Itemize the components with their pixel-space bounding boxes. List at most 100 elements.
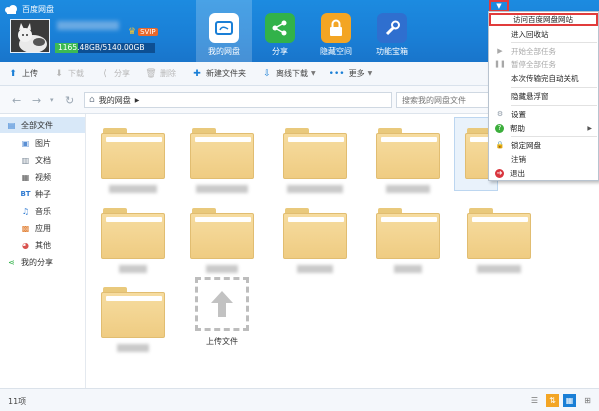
- menu-item-settings[interactable]: ⚙ 设置: [489, 108, 598, 120]
- pause-icon: ❚❚: [494, 60, 506, 68]
- menu-item-start-all[interactable]: ▶ 开始全部任务: [489, 45, 598, 57]
- home-icon: ⌂: [89, 95, 95, 105]
- upload-button[interactable]: ⬆ 上传: [8, 68, 38, 79]
- sidebar-item-label: 音乐: [35, 206, 51, 216]
- breadcrumb[interactable]: ⌂ 我的网盘 ▶: [84, 92, 392, 108]
- lock-icon: [321, 13, 351, 43]
- sidebar-item-my-shares[interactable]: ⋖ 我的分享: [0, 254, 53, 270]
- folder-item[interactable]: [101, 208, 165, 280]
- image-icon: ▣: [21, 138, 30, 148]
- folder-item[interactable]: [101, 287, 165, 359]
- upload-file-tile[interactable]: [195, 277, 249, 331]
- breadcrumb-item[interactable]: 我的网盘: [99, 95, 131, 106]
- sidebar-item-all-files[interactable]: ▤ 全部文件: [0, 117, 85, 133]
- sidebar-item-other[interactable]: ◕ 其他: [0, 237, 51, 253]
- menu-item-exit[interactable]: ➜ 退出: [489, 167, 598, 179]
- app-logo-icon: [5, 4, 17, 14]
- username-redacted: [57, 21, 119, 30]
- forward-arrow-icon[interactable]: →: [32, 94, 41, 107]
- menu-item-label: 进入回收站: [511, 29, 549, 39]
- folder-icon: ▤: [7, 120, 16, 130]
- nav-my-disk[interactable]: 我的网盘: [196, 0, 252, 62]
- sidebar-item-label: 应用: [35, 223, 51, 233]
- upload-arrow-icon: [211, 291, 233, 317]
- chevron-down-icon: ▼: [311, 70, 316, 77]
- folder-name-redacted: [117, 344, 149, 352]
- new-folder-button[interactable]: ✚ 新建文件夹: [192, 68, 246, 79]
- menu-item-label: 注销: [511, 154, 526, 164]
- main-dropdown-menu: 访问百度网盘网站 进入回收站 ▶ 开始全部任务 ❚❚ 暂停全部任务 本次传输完自动关…: [488, 11, 599, 181]
- transfer-icon[interactable]: ⇅: [546, 394, 559, 407]
- sidebar-item-apps[interactable]: ▩ 应用: [0, 220, 51, 236]
- nav-hidden-space[interactable]: 隐藏空间: [308, 0, 364, 62]
- sidebar-item-label: 其他: [35, 240, 51, 250]
- menu-item-pause-all[interactable]: ❚❚ 暂停全部任务: [489, 58, 598, 70]
- wrench-icon: [377, 13, 407, 43]
- history-dropdown-icon[interactable]: ▾: [50, 96, 54, 104]
- folder-item[interactable]: [101, 128, 165, 200]
- folder-item[interactable]: [283, 128, 347, 200]
- folder-name-redacted: [297, 265, 333, 273]
- share-icon: ⟨: [103, 68, 107, 79]
- sidebar-item-videos[interactable]: ▦ 视频: [0, 169, 51, 185]
- thumbnail-view-icon[interactable]: ⊞: [581, 394, 594, 407]
- download-label: 下载: [68, 69, 84, 78]
- folder-item[interactable]: [190, 208, 254, 280]
- folder-item[interactable]: [467, 208, 531, 280]
- share-icon: ⋖: [8, 257, 15, 267]
- folder-name-redacted: [386, 185, 430, 193]
- search-input[interactable]: 搜索我的网盘文件: [396, 92, 496, 108]
- status-bar: 11项 ☰ ⇅ ▦ ⊞: [0, 388, 599, 411]
- back-arrow-icon[interactable]: ←: [12, 94, 21, 107]
- menu-item-auto-shutdown[interactable]: 本次传输完自动关机: [489, 72, 598, 84]
- nav-label: 隐藏空间: [320, 47, 352, 56]
- delete-button[interactable]: 🗑 删除: [145, 68, 176, 79]
- sidebar-item-torrents[interactable]: BT 种子: [0, 186, 51, 202]
- folder-item[interactable]: [283, 208, 347, 280]
- nav-toolbox[interactable]: 功能宝箱: [364, 0, 420, 62]
- sidebar-item-label: 视频: [35, 172, 51, 182]
- trash-icon: 🗑: [145, 68, 157, 79]
- folder-item[interactable]: [190, 128, 254, 200]
- offline-download-button[interactable]: ⇩ 离线下载 ▼: [262, 68, 316, 79]
- menu-item-label: 访问百度网盘网站: [513, 15, 573, 24]
- exit-icon: ➜: [495, 168, 504, 178]
- share-button[interactable]: ⟨ 分享: [100, 68, 130, 79]
- lock-icon: 🔒: [495, 141, 505, 149]
- vip-badge[interactable]: ♛ SVIP: [128, 27, 158, 37]
- menu-item-hide-float[interactable]: 隐藏悬浮窗: [489, 90, 598, 102]
- share-label: 分享: [114, 69, 130, 78]
- grid-view-icon[interactable]: ▦: [563, 394, 576, 407]
- menu-item-logout[interactable]: 注销: [489, 153, 598, 165]
- other-icon: ◕: [22, 240, 29, 250]
- sidebar-item-music[interactable]: ♫ 音乐: [0, 203, 51, 219]
- sidebar-item-label: 文档: [35, 155, 51, 165]
- sidebar-item-documents[interactable]: ▥ 文档: [0, 152, 51, 168]
- folder-name-redacted: [206, 265, 238, 273]
- sidebar-item-label: 图片: [35, 138, 51, 148]
- sidebar-item-images[interactable]: ▣ 图片: [0, 135, 51, 151]
- avatar[interactable]: [10, 19, 50, 53]
- menu-item-visit-website[interactable]: 访问百度网盘网站: [489, 13, 598, 26]
- storage-quota-bar: 1165.48GB/5140.00GB: [55, 43, 155, 53]
- menu-item-label: 退出: [510, 168, 525, 178]
- cat-avatar-image: [11, 20, 49, 52]
- more-button[interactable]: ••• 更多 ▼: [329, 68, 373, 79]
- folder-name-redacted: [109, 185, 157, 193]
- download-button[interactable]: ⬇ 下载: [54, 68, 84, 79]
- menu-item-help[interactable]: ? 帮助 ▶: [489, 122, 598, 134]
- video-icon: ▦: [21, 172, 30, 182]
- folder-item[interactable]: [376, 128, 440, 200]
- crown-icon: ♛: [128, 27, 137, 37]
- folder-item[interactable]: [376, 208, 440, 280]
- nav-share[interactable]: 分享: [252, 0, 308, 62]
- menu-item-lock[interactable]: 🔒 锁定网盘: [489, 139, 598, 151]
- menu-item-label: 暂停全部任务: [511, 59, 556, 69]
- menu-item-recycle-bin[interactable]: 进入回收站: [489, 28, 598, 40]
- new-folder-label: 新建文件夹: [206, 69, 246, 78]
- delete-label: 删除: [160, 69, 176, 78]
- refresh-icon[interactable]: ↻: [65, 94, 74, 107]
- list-view-icon[interactable]: ☰: [528, 394, 541, 407]
- folder-name-redacted: [287, 185, 343, 193]
- menu-item-label: 本次传输完自动关机: [511, 73, 579, 83]
